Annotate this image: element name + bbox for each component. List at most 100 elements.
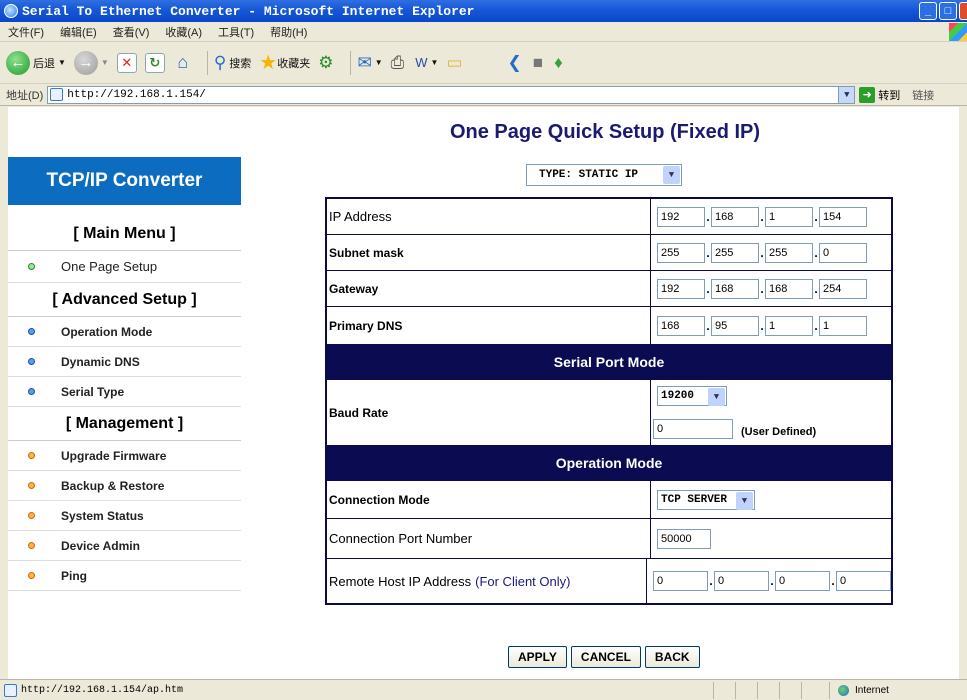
window-right-edge (959, 107, 967, 679)
print-button[interactable]: ⎙ (391, 53, 408, 73)
remote-octet-4[interactable]: 0 (836, 571, 891, 591)
remote-octet-3[interactable]: 0 (775, 571, 830, 591)
forward-arrow-icon: → (73, 50, 98, 75)
research-button[interactable]: ■ (533, 53, 546, 73)
ip-type-select[interactable]: TYPE: STATIC IP ▼ (526, 164, 682, 186)
form-buttons: APPLY CANCEL BACK (508, 646, 700, 668)
mask-octet-1[interactable]: 255 (657, 242, 705, 263)
search-button[interactable]: ⚲ 搜索 (214, 53, 251, 73)
address-url: http://192.168.1.154/ (67, 88, 206, 101)
discuss-button[interactable]: ♦ (554, 53, 566, 73)
refresh-button[interactable]: ↻ (144, 52, 165, 73)
ip-octet-2[interactable]: 168 (711, 206, 759, 227)
address-input[interactable]: http://192.168.1.154/ ▼ (47, 85, 856, 104)
window-controls: _ □ (919, 2, 967, 20)
cancel-button[interactable]: CANCEL (570, 646, 641, 668)
dns-octet-2[interactable]: 95 (711, 315, 759, 336)
bullet-icon (28, 388, 35, 395)
ip-address-row: IP Address 192. 168. 1. 154 (327, 199, 891, 235)
stop-button[interactable]: ✕ (116, 52, 137, 73)
menu-view[interactable]: 查看(V) (113, 24, 150, 40)
ie-logo-icon (4, 4, 18, 18)
folder-button[interactable]: ▭ (446, 53, 465, 73)
primary-dns-label: Primary DNS (327, 307, 651, 344)
sidebar-item-one-page-setup[interactable]: One Page Setup (8, 251, 241, 283)
serial-port-mode-heading: Serial Port Mode (327, 345, 891, 379)
gateway-octet-3[interactable]: 168 (765, 278, 813, 299)
address-dropdown-icon[interactable]: ▼ (838, 86, 855, 103)
remote-octet-2[interactable]: 0 (714, 571, 769, 591)
sidebar-item-upgrade-firmware[interactable]: Upgrade Firmware (8, 441, 241, 471)
search-icon: ⚲ (213, 52, 227, 72)
dns-octet-4[interactable]: 1 (819, 315, 867, 336)
sidebar-item-device-admin[interactable]: Device Admin (8, 531, 241, 561)
sidebar-item-label: Ping (61, 568, 87, 583)
dns-octet-1[interactable]: 168 (657, 315, 705, 336)
connection-mode-value: TCP SERVER (661, 493, 728, 506)
address-label: 地址(D) (6, 89, 44, 102)
history-icon: ⚙ (318, 52, 334, 72)
go-button[interactable]: ➜ 转到 (859, 86, 900, 103)
links-button[interactable]: 链接 (912, 87, 934, 103)
sidebar-item-serial-type[interactable]: Serial Type (8, 377, 241, 407)
menu-favorites[interactable]: 收藏(A) (165, 24, 202, 40)
edit-button[interactable]: W ▼ (415, 55, 438, 70)
print-icon: ⎙ (390, 52, 405, 72)
menu-edit[interactable]: 编辑(E) (60, 24, 97, 40)
connection-mode-select[interactable]: TCP SERVER ▼ (657, 489, 755, 510)
sidebar-item-system-status[interactable]: System Status (8, 501, 241, 531)
connection-port-input[interactable]: 50000 (657, 528, 711, 549)
dns-octet-3[interactable]: 1 (765, 315, 813, 336)
back-dropdown-icon[interactable]: ▼ (58, 58, 66, 67)
gateway-octet-1[interactable]: 192 (657, 278, 705, 299)
ip-address-label: IP Address (327, 199, 651, 234)
ip-octet-1[interactable]: 192 (657, 206, 705, 227)
sidebar-item-ping[interactable]: Ping (8, 561, 241, 591)
back-nav-button[interactable]: BACK (644, 646, 700, 668)
gateway-octet-4[interactable]: 254 (819, 278, 867, 299)
sidebar-item-dynamic-dns[interactable]: Dynamic DNS (8, 347, 241, 377)
sidebar: TCP/IP Converter [ Main Menu ] One Page … (8, 157, 241, 679)
minimize-button[interactable]: _ (919, 2, 937, 20)
back-button[interactable]: ← 后退 ▼ (6, 50, 66, 75)
user-defined-label: (User Defined) (741, 425, 817, 438)
mask-octet-3[interactable]: 255 (765, 242, 813, 263)
messenger-button[interactable]: ❮ (508, 53, 525, 73)
remote-octet-1[interactable]: 0 (653, 571, 708, 591)
favorites-button[interactable]: ★ 收藏夹 (259, 50, 310, 75)
apply-button[interactable]: APPLY (508, 646, 567, 668)
baud-user-defined-input[interactable]: 0 (653, 418, 733, 439)
home-icon: ⌂ (177, 52, 189, 72)
chevron-down-icon: ▼ (708, 388, 725, 407)
bullet-icon (28, 512, 35, 519)
menu-tools[interactable]: 工具(T) (218, 24, 254, 40)
ip-octet-3[interactable]: 1 (765, 206, 813, 227)
forward-button[interactable]: → ▼ (73, 50, 109, 75)
close-button[interactable] (959, 2, 967, 20)
mail-button[interactable]: ✉ ▼ (357, 53, 382, 73)
sidebar-item-operation-mode[interactable]: Operation Mode (8, 317, 241, 347)
forward-dropdown-icon[interactable]: ▼ (101, 58, 109, 67)
primary-dns-row: Primary DNS 168. 95. 1. 1 (327, 307, 891, 345)
baud-rate-select[interactable]: 19200 ▼ (657, 386, 727, 407)
messenger-icon: ❮ (507, 52, 522, 72)
sidebar-item-backup-restore[interactable]: Backup & Restore (8, 471, 241, 501)
subnet-mask-row: Subnet mask 255. 255. 255. 0 (327, 235, 891, 271)
page-icon (4, 683, 17, 697)
globe-icon (838, 685, 849, 696)
home-button[interactable]: ⌂ (173, 52, 193, 73)
history-button[interactable]: ⚙ (318, 53, 336, 73)
sidebar-item-label: Serial Type (61, 384, 125, 399)
sidebar-item-label: Device Admin (61, 538, 140, 553)
menu-help[interactable]: 帮助(H) (270, 24, 307, 40)
gateway-octet-2[interactable]: 168 (711, 278, 759, 299)
sidebar-item-label: Dynamic DNS (61, 354, 140, 369)
ip-octet-4[interactable]: 154 (819, 206, 867, 227)
maximize-button[interactable]: □ (939, 2, 957, 20)
mask-octet-4[interactable]: 0 (819, 242, 867, 263)
security-zone: Internet (829, 682, 963, 699)
sidebar-item-label: One Page Setup (61, 259, 158, 274)
menu-file[interactable]: 文件(F) (8, 24, 44, 40)
mask-octet-2[interactable]: 255 (711, 242, 759, 263)
browser-toolbar: ← 后退 ▼ → ▼ ✕ ↻ ⌂ ⚲ 搜索 ★ 收藏夹 ⚙ ✉ ▼ ⎙ W ▼ ▭ … (0, 42, 967, 84)
